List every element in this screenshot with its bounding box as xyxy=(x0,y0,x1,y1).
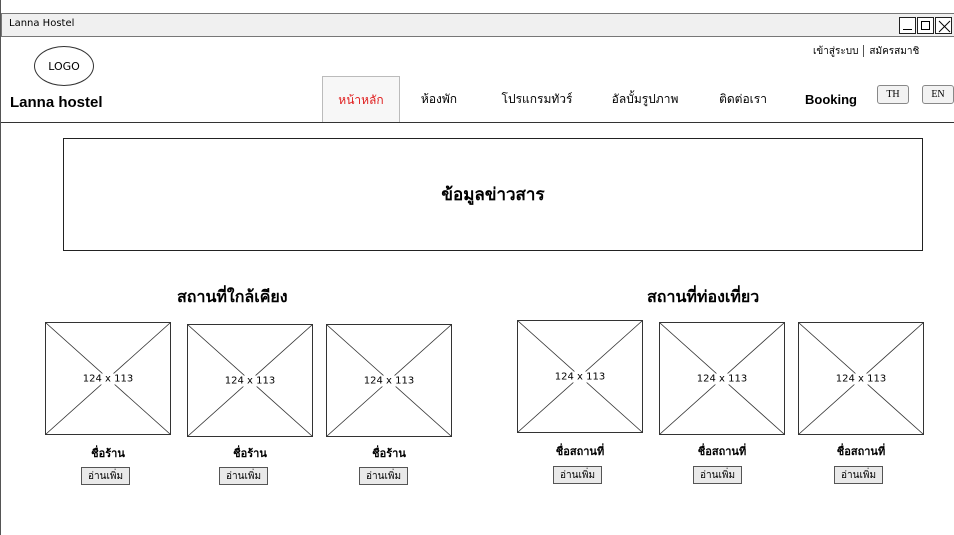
attraction-card-image[interactable]: 124 x 113 xyxy=(798,322,924,435)
minimize-icon[interactable] xyxy=(899,17,916,34)
attraction-card-image[interactable]: 124 x 113 xyxy=(659,322,785,435)
image-size-label: 124 x 113 xyxy=(834,373,888,384)
nearby-card-name: ชื่อร้าน xyxy=(91,447,125,460)
nearby-section-title: สถานที่ใกล้เคียง xyxy=(177,287,288,306)
logo[interactable]: LOGO xyxy=(34,46,94,86)
login-link[interactable]: เข้าสู่ระบบ xyxy=(813,46,858,57)
attractions-section-title: สถานที่ท่องเที่ยว xyxy=(647,287,760,306)
nearby-card-image[interactable]: 124 x 113 xyxy=(326,324,452,437)
attraction-read-more-button[interactable]: อ่านเพิ่ม xyxy=(834,466,884,484)
lang-th-button[interactable]: TH xyxy=(877,85,909,104)
auth-links: เข้าสู่ระบบ สมัครสมาชิ xyxy=(813,44,919,59)
nav-rooms[interactable]: ห้องพัก xyxy=(404,76,474,123)
attraction-card-image[interactable]: 124 x 113 xyxy=(517,320,643,433)
logo-text: LOGO xyxy=(48,59,80,73)
nav-tour-program-label: โปรแกรมทัวร์ xyxy=(501,92,573,106)
image-size-label: 124 x 113 xyxy=(362,375,416,386)
register-link[interactable]: สมัครสมาชิ xyxy=(869,46,919,57)
nearby-read-more-button[interactable]: อ่านเพิ่ม xyxy=(359,467,409,485)
news-title: ข้อมูลข่าวสาร xyxy=(441,185,545,205)
nav-tour-program[interactable]: โปรแกรมทัวร์ xyxy=(487,76,587,123)
nearby-read-more-button[interactable]: อ่านเพิ่ม xyxy=(81,467,131,485)
image-size-label: 124 x 113 xyxy=(81,373,135,384)
nearby-read-more-button[interactable]: อ่านเพิ่ม xyxy=(219,467,269,485)
nav-home[interactable]: หน้าหลัก xyxy=(322,76,400,123)
nav-divider xyxy=(1,122,954,123)
news-banner: ข้อมูลข่าวสาร xyxy=(63,138,923,251)
nav-booking[interactable]: Booking xyxy=(791,76,871,123)
attraction-card-name: ชื่อสถานที่ xyxy=(697,445,747,458)
nav-home-label: หน้าหลัก xyxy=(338,92,384,107)
attraction-read-more-button[interactable]: อ่านเพิ่ม xyxy=(693,466,743,484)
attraction-card-name: ชื่อสถานที่ xyxy=(836,445,886,458)
nav-photo-album-label: อัลบั้มรูปภาพ xyxy=(611,92,679,106)
image-size-label: 124 x 113 xyxy=(223,375,277,386)
image-size-label: 124 x 113 xyxy=(553,371,607,382)
image-size-label: 124 x 113 xyxy=(695,373,749,384)
auth-divider xyxy=(863,45,865,57)
nearby-card-name: ชื่อร้าน xyxy=(233,447,267,460)
nav-photo-album[interactable]: อัลบั้มรูปภาพ xyxy=(594,76,696,123)
nav-booking-label: Booking xyxy=(805,92,857,107)
window-title: Lanna Hostel xyxy=(9,18,75,29)
nearby-card-image[interactable]: 124 x 113 xyxy=(187,324,313,437)
lang-en-button[interactable]: EN xyxy=(922,85,954,104)
nav-contact-label: ติดต่อเรา xyxy=(719,92,767,106)
brand-name: Lanna hostel xyxy=(10,94,103,111)
nav-rooms-label: ห้องพัก xyxy=(420,92,458,106)
title-bar: Lanna Hostel xyxy=(1,13,954,37)
nearby-card-image[interactable]: 124 x 113 xyxy=(45,322,171,435)
attraction-card-name: ชื่อสถานที่ xyxy=(555,445,605,458)
nav-contact[interactable]: ติดต่อเรา xyxy=(703,76,783,123)
close-icon[interactable] xyxy=(935,17,952,34)
attraction-read-more-button[interactable]: อ่านเพิ่ม xyxy=(553,466,603,484)
maximize-icon[interactable] xyxy=(917,17,934,34)
nearby-card-name: ชื่อร้าน xyxy=(372,447,406,460)
app-window: Lanna Hostel LOGO Lanna hostel เข้าสู่ระ… xyxy=(0,0,954,535)
close-x-glyph xyxy=(938,20,951,33)
